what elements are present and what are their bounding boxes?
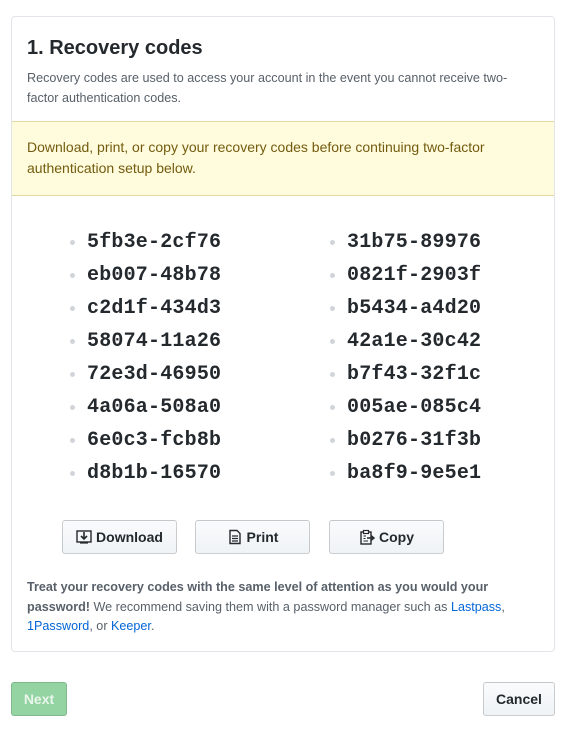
bullet-icon [70,438,75,443]
next-button[interactable]: Next [11,682,67,716]
card-header: 1. Recovery codes Recovery codes are use… [12,17,554,121]
bullet-icon [330,372,335,377]
recovery-code: 0821f-2903f [347,264,482,287]
bullet-icon [330,339,335,344]
recovery-code: 005ae-085c4 [347,396,482,419]
bullet-icon [330,405,335,410]
recovery-code: 6e0c3-fcb8b [87,429,222,452]
bullet-icon [330,438,335,443]
recovery-code: eb007-48b78 [87,264,222,287]
print-label: Print [246,529,279,545]
bullet-icon [330,240,335,245]
recovery-code-item: 6e0c3-fcb8b [70,424,221,457]
recovery-code: b0276-31f3b [347,429,482,452]
recovery-code-item: 0821f-2903f [330,259,481,292]
recovery-codes-card: 1. Recovery codes Recovery codes are use… [11,16,555,652]
note-sep1: , [501,599,505,614]
bullet-icon [330,273,335,278]
recovery-code-item: 58074-11a26 [70,325,221,358]
keeper-link[interactable]: Keeper [111,619,151,633]
bullet-icon [70,471,75,476]
bullet-icon [70,273,75,278]
codes-column-left: 5fb3e-2cf76 eb007-48b78 c2d1f-434d3 58074-1… [70,226,221,490]
note-text: We recommend saving them with a password… [89,599,451,614]
recovery-code-item: 31b75-89976 [330,226,481,259]
recovery-code-item: 005ae-085c4 [330,391,481,424]
copy-label: Copy [379,529,414,545]
note-sep2: , or [89,619,112,633]
recovery-code-item: 4a06a-508a0 [70,391,221,424]
recovery-code: 5fb3e-2cf76 [87,231,222,254]
1password-link[interactable]: 1Password [27,619,89,633]
recovery-code: ba8f9-9e5e1 [347,462,482,485]
recovery-code: b7f43-32f1c [347,363,482,386]
recovery-code-item: 42a1e-30c42 [330,325,481,358]
recovery-code: 31b75-89976 [347,231,482,254]
print-button[interactable]: Print [195,520,310,554]
clipboard-icon [360,529,375,545]
recovery-codes-list: 5fb3e-2cf76 eb007-48b78 c2d1f-434d3 58074-1… [12,226,554,485]
codes-column-right: 31b75-89976 0821f-2903f b5434-a4d20 42a1e-3… [330,226,481,490]
bullet-icon [70,240,75,245]
note-end: . [150,619,155,633]
bullet-icon [70,372,75,377]
copy-button[interactable]: Copy [329,520,444,554]
bullet-icon [330,306,335,311]
recovery-code-item: eb007-48b78 [70,259,221,292]
bullet-icon [70,339,75,344]
bullet-icon [330,471,335,476]
warning-flash: Download, print, or copy your recovery c… [12,121,554,196]
download-icon [76,530,92,544]
bullet-icon [70,306,75,311]
recovery-code-item: c2d1f-434d3 [70,292,221,325]
recovery-code-item: d8b1b-16570 [70,457,221,490]
recovery-code-item: b0276-31f3b [330,424,481,457]
recovery-code-item: b7f43-32f1c [330,358,481,391]
section-description: Recovery codes are used to access your a… [27,71,508,105]
section-title: 1. Recovery codes [27,37,203,59]
recovery-code-item: ba8f9-9e5e1 [330,457,481,490]
recovery-code-item: b5434-a4d20 [330,292,481,325]
recovery-code: d8b1b-16570 [87,462,222,485]
lastpass-link[interactable]: Lastpass [451,600,501,614]
security-note: Treat your recovery codes with the same … [27,578,532,637]
cancel-button[interactable]: Cancel [483,682,555,716]
recovery-code: b5434-a4d20 [347,297,482,320]
bullet-icon [70,405,75,410]
recovery-code: 58074-11a26 [87,330,222,353]
download-label: Download [96,529,163,545]
recovery-code: 4a06a-508a0 [87,396,222,419]
recovery-code: c2d1f-434d3 [87,297,222,320]
recovery-code-item: 72e3d-46950 [70,358,221,391]
recovery-code: 42a1e-30c42 [347,330,482,353]
download-button[interactable]: Download [62,520,177,554]
file-icon [228,529,241,545]
recovery-code-item: 5fb3e-2cf76 [70,226,221,259]
recovery-code: 72e3d-46950 [87,363,222,386]
